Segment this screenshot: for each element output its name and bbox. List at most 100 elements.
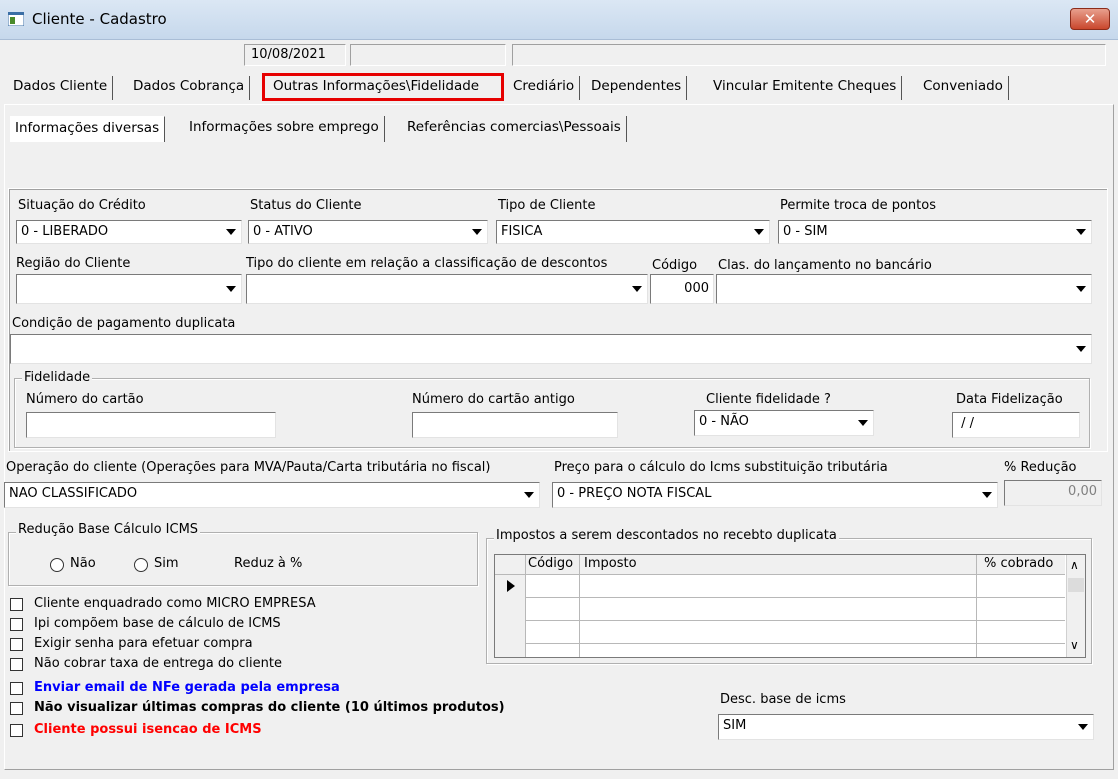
- scroll-up-icon[interactable]: ∧: [1070, 558, 1079, 572]
- preco-icms-value: 0 - PREÇO NOTA FISCAL: [557, 486, 712, 501]
- checkbox-exigir-senha-label: Exigir senha para efetuar compra: [34, 636, 253, 651]
- checkbox-isencao-icms[interactable]: [10, 724, 23, 737]
- reduz-label: Reduz à %: [234, 556, 303, 571]
- chevron-down-icon[interactable]: [520, 484, 538, 506]
- checkbox-nao-cobrar-taxa-label: Não cobrar taxa de entrega do cliente: [34, 656, 282, 671]
- chevron-down-icon[interactable]: [468, 222, 486, 242]
- data-fidelizacao-label: Data Fidelização: [956, 392, 1063, 407]
- tab-dados-cobranca[interactable]: Dados Cobrança: [128, 76, 251, 100]
- scroll-down-icon[interactable]: ∨: [1070, 638, 1079, 652]
- chevron-down-icon[interactable]: [750, 222, 768, 242]
- operacao-value: NAO CLASSIFICADO: [9, 486, 138, 501]
- numero-cartao-input[interactable]: [26, 412, 276, 438]
- tab-outras-informacoes-fidelidade[interactable]: Outras Informações\Fidelidade: [268, 76, 484, 100]
- tipo-classificacao-select[interactable]: [246, 274, 648, 304]
- tipo-cliente-select[interactable]: FISICA: [496, 220, 770, 244]
- subtab-informacoes-diversas[interactable]: Informações diversas: [10, 116, 166, 142]
- condicao-pagamento-select[interactable]: [10, 334, 1092, 364]
- desc-base-icms-select[interactable]: SIM: [718, 714, 1094, 740]
- current-row-arrow-icon: [507, 580, 515, 592]
- checkbox-micro-empresa[interactable]: [10, 598, 23, 611]
- radio-sim-label: Sim: [154, 556, 179, 571]
- chevron-down-icon[interactable]: [1072, 222, 1090, 242]
- desc-base-icms-label: Desc. base de icms: [720, 692, 846, 707]
- reducao-input[interactable]: 0,00: [1004, 480, 1102, 506]
- checkbox-nao-cobrar-taxa[interactable]: [10, 658, 23, 671]
- grid-col-imposto: Imposto: [584, 556, 637, 571]
- checkbox-micro-empresa-label: Cliente enquadrado como MICRO EMPRESA: [34, 596, 316, 611]
- desc-base-icms-value: SIM: [723, 718, 747, 733]
- chevron-down-icon[interactable]: [1074, 716, 1092, 738]
- subtab-referencias-comerciais[interactable]: Referências comercias\Pessoais: [402, 116, 627, 142]
- chevron-down-icon[interactable]: [222, 222, 240, 242]
- codigo-label: Código: [652, 258, 698, 273]
- radio-sim[interactable]: [134, 558, 148, 572]
- clas-lancamento-label: Clas. do lançamento no bancário: [718, 258, 932, 273]
- grid-divider: [976, 555, 977, 657]
- reducao-base-legend: Redução Base Cálculo ICMS: [16, 522, 201, 537]
- chevron-down-icon[interactable]: [978, 484, 996, 506]
- numero-cartao-antigo-input[interactable]: [412, 412, 618, 438]
- permite-troca-select[interactable]: 0 - SIM: [778, 220, 1092, 244]
- tab-dados-cliente[interactable]: Dados Cliente: [8, 76, 114, 100]
- preco-icms-label: Preço para o cálculo do Icms substituiçã…: [554, 460, 888, 475]
- situacao-credito-select[interactable]: 0 - LIBERADO: [16, 220, 242, 244]
- status-field-2: [350, 44, 506, 66]
- reducao-label: % Redução: [1004, 460, 1077, 475]
- checkbox-isencao-icms-label: Cliente possui isencao de ICMS: [34, 722, 262, 737]
- grid-divider: [495, 620, 1065, 621]
- operacao-select[interactable]: NAO CLASSIFICADO: [4, 482, 540, 508]
- clas-lancamento-select[interactable]: [716, 274, 1092, 304]
- tipo-cliente-value: FISICA: [501, 224, 543, 239]
- window-title: Cliente - Cadastro: [32, 10, 167, 28]
- tipo-cliente-label: Tipo de Cliente: [498, 198, 596, 213]
- permite-troca-label: Permite troca de pontos: [780, 198, 936, 213]
- chevron-down-icon[interactable]: [222, 276, 240, 302]
- grid-divider: [495, 643, 1065, 644]
- grid-col-cobrado: % cobrado: [984, 556, 1054, 571]
- grid-divider: [579, 555, 580, 657]
- radio-nao[interactable]: [50, 558, 64, 572]
- radio-nao-label: Não: [70, 556, 96, 571]
- tab-dependentes[interactable]: Dependentes: [586, 76, 688, 100]
- checkbox-ipi-base-label: Ipi compõem base de cálculo de ICMS: [34, 616, 281, 631]
- cliente-fidelidade-select[interactable]: 0 - NÃO: [694, 410, 874, 436]
- date-display: 10/08/2021: [244, 44, 346, 66]
- tab-conveniado[interactable]: Conveniado: [918, 76, 1009, 100]
- numero-cartao-label: Número do cartão: [26, 392, 144, 407]
- chevron-down-icon[interactable]: [1072, 336, 1090, 362]
- impostos-legend: Impostos a serem descontados no recebto …: [494, 528, 839, 543]
- cliente-fidelidade-value: 0 - NÃO: [699, 414, 749, 429]
- title-bar: [0, 0, 1118, 40]
- checkbox-ipi-base[interactable]: [10, 618, 23, 631]
- preco-icms-select[interactable]: 0 - PREÇO NOTA FISCAL: [552, 482, 998, 508]
- operacao-label: Operação do cliente (Operações para MVA/…: [6, 460, 491, 475]
- grid-divider: [525, 555, 526, 657]
- tab-crediario[interactable]: Crediário: [508, 76, 581, 100]
- window-app-icon: [8, 12, 24, 26]
- chevron-down-icon[interactable]: [854, 412, 872, 434]
- grid-divider: [495, 597, 1065, 598]
- regiao-select[interactable]: [16, 274, 242, 304]
- tab-vincular-emitente-cheques[interactable]: Vincular Emitente Cheques: [708, 76, 903, 100]
- chevron-down-icon[interactable]: [628, 276, 646, 302]
- close-button[interactable]: ✕: [1070, 8, 1110, 30]
- checkbox-enviar-email-label: Enviar email de NFe gerada pela empresa: [34, 680, 340, 695]
- status-cliente-value: 0 - ATIVO: [253, 224, 313, 239]
- data-fidelizacao-input[interactable]: / /: [952, 412, 1080, 438]
- grid-header: [495, 555, 1065, 575]
- regiao-label: Região do Cliente: [16, 256, 131, 271]
- status-cliente-select[interactable]: 0 - ATIVO: [248, 220, 488, 244]
- checkbox-nao-visualizar-compras-label: Não visualizar últimas compras do client…: [34, 700, 505, 715]
- grid-col-codigo: Código: [528, 556, 574, 571]
- checkbox-exigir-senha[interactable]: [10, 638, 23, 651]
- checkbox-enviar-email[interactable]: [10, 682, 23, 695]
- scroll-thumb[interactable]: [1068, 578, 1084, 592]
- cliente-fidelidade-label: Cliente fidelidade ?: [706, 392, 831, 407]
- codigo-field[interactable]: 000: [650, 274, 714, 304]
- situacao-credito-label: Situação do Crédito: [18, 198, 146, 213]
- chevron-down-icon[interactable]: [1072, 276, 1090, 302]
- subtab-informacoes-emprego[interactable]: Informações sobre emprego: [184, 116, 385, 142]
- fidelidade-legend: Fidelidade: [22, 370, 93, 385]
- checkbox-nao-visualizar-compras[interactable]: [10, 702, 23, 715]
